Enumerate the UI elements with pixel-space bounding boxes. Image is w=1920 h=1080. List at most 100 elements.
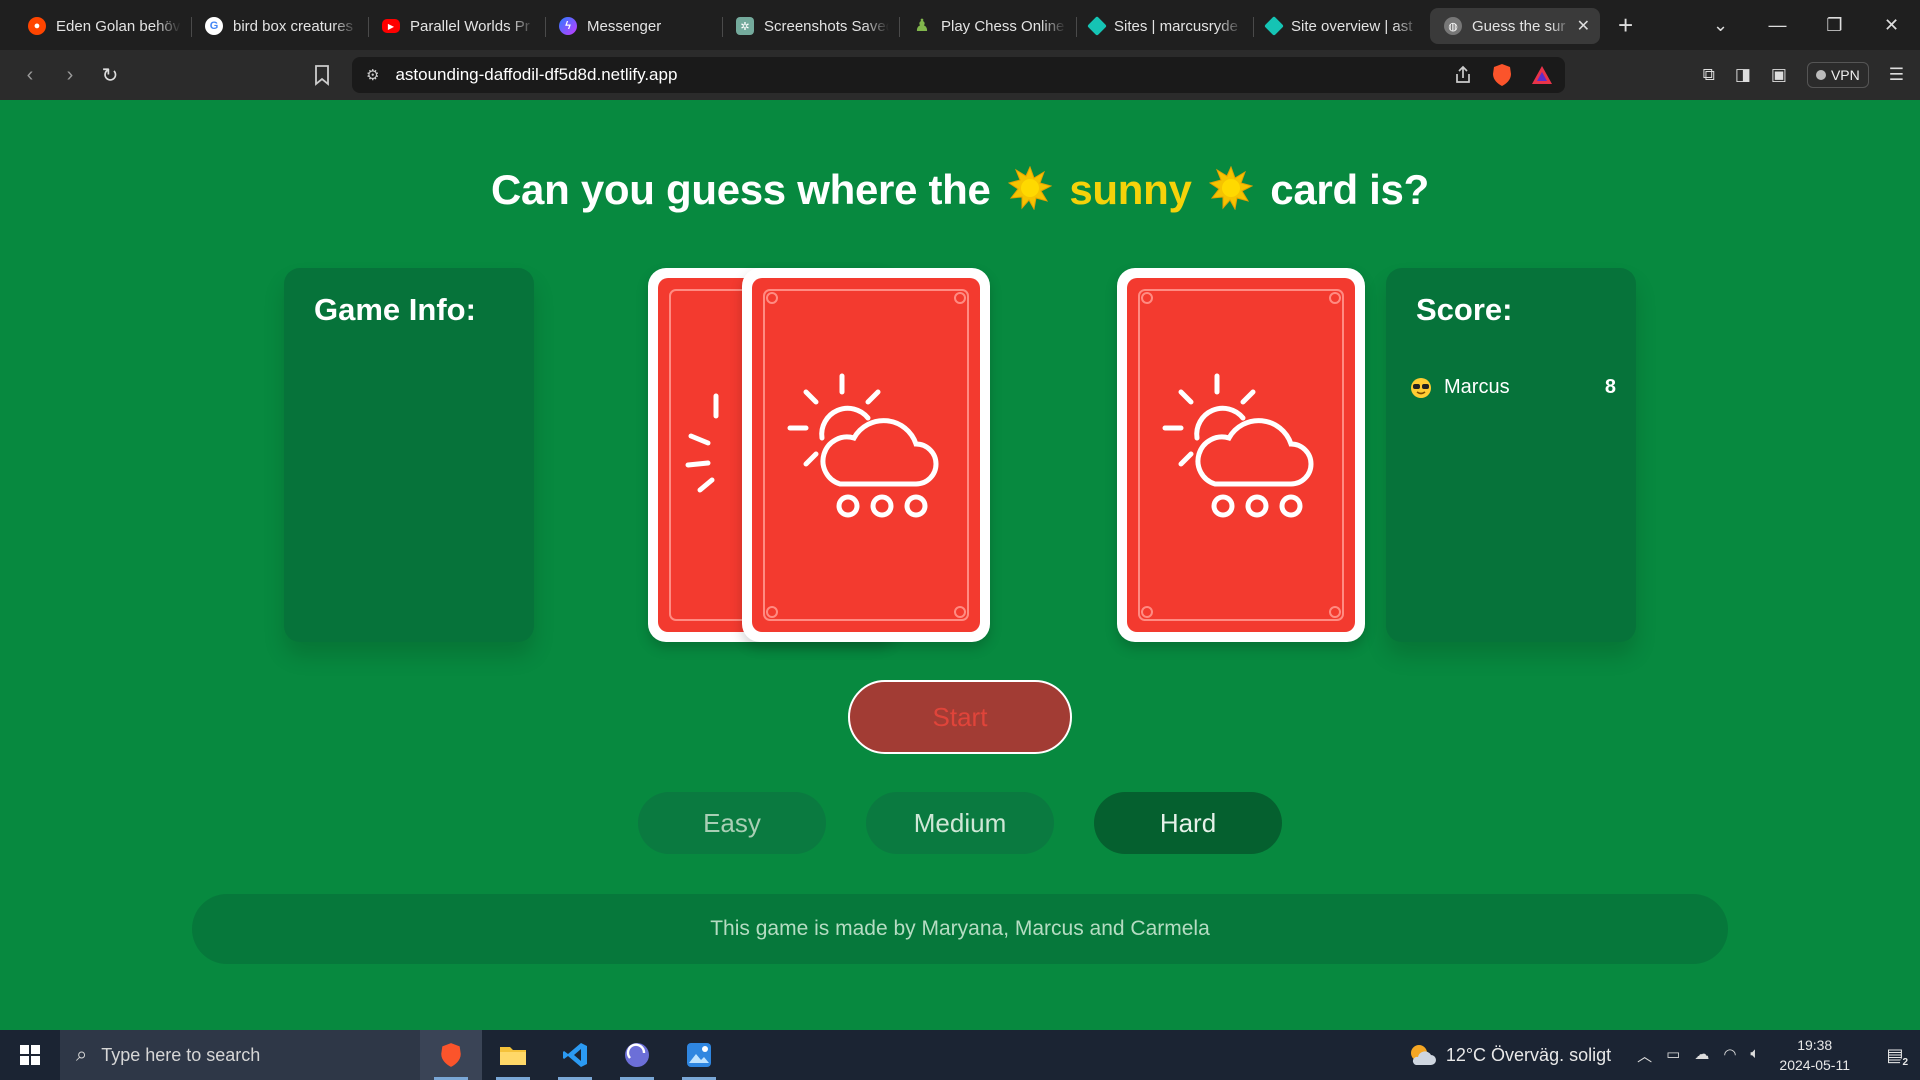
system-tray: 12°C Överväg. soligt ︿ ▭ ☁ ◠ 🔈︎ 19:38 20… [1408,1030,1920,1080]
battery-icon[interactable]: ▭ [1666,1045,1680,1066]
sun-icon [1208,166,1253,210]
site-settings-icon[interactable]: ⚙ [366,66,379,84]
toolbar-extensions: ⧉ ◨ ▣ VPN ☰ [1703,50,1920,100]
restore-button[interactable]: ❐ [1806,15,1863,36]
taskbar-search[interactable]: ⌕ Type here to search [60,1030,420,1080]
taskbar-photos[interactable] [668,1030,730,1080]
volume-icon[interactable]: 🔈︎ [1750,1045,1759,1066]
notification-count: 2 [1900,1056,1910,1068]
windows-logo-icon [20,1045,40,1065]
browser-tab[interactable]: Sites | marcusryde [1076,8,1253,44]
vscode-icon [563,1043,587,1067]
browser-tab-active[interactable]: ◍ Guess the sur ✕ [1430,8,1600,44]
browser-toolbar: ‹ › ↻ ⚙ astounding-daffodil-df5d8d.netli… [0,50,1920,100]
vpn-button[interactable]: VPN [1806,62,1869,88]
reddit-icon: ● [28,17,46,35]
weather-snow-icon [787,373,939,518]
netlify-icon [1264,16,1284,36]
minimize-button[interactable]: — [1749,15,1806,36]
clock-date: 2024-05-11 [1779,1057,1850,1073]
tray-icons: ︿ ▭ ☁ ◠ 🔈︎ [1637,1045,1759,1066]
folder-icon [500,1047,526,1065]
browser-tab[interactable]: Site overview | ast [1253,8,1430,44]
sun-icon [1007,166,1052,210]
menu-icon[interactable]: ☰ [1889,65,1904,85]
headline-pre: Can you guess where the [491,166,991,213]
chess-pawn-icon: ♟ [914,16,930,35]
close-window-button[interactable]: ✕ [1863,15,1920,36]
player-name: Marcus [1444,376,1510,398]
tab-search-icon[interactable]: ⌄ [1692,15,1749,36]
sidebar-icon[interactable]: ◨ [1735,65,1751,85]
address-bar[interactable]: ⚙ astounding-daffodil-df5d8d.netlify.app [352,57,1565,93]
google-icon: G [205,17,223,35]
openai-icon: ✲ [736,17,754,35]
player-score: 8 [1604,376,1616,398]
game-info-title: Game Info: [314,292,476,327]
tab-title: Eden Golan behöv [56,17,181,35]
weather-partly-sunny-icon [1410,1045,1436,1065]
score-row: Marcus 8 [1410,376,1616,399]
weather-snow-icon [1162,373,1314,518]
tab-title: Play Chess Online [941,17,1065,35]
start-menu-button[interactable] [0,1030,60,1080]
brave-icon [441,1043,461,1067]
share-icon[interactable] [1453,65,1473,85]
difficulty-hard-button[interactable]: Hard [1094,792,1282,854]
browser-tab[interactable]: ϟ Messenger [545,8,722,44]
score-panel: Score: Marcus 8 [1386,268,1636,642]
difficulty-medium-button[interactable]: Medium [866,792,1054,854]
weather-widget[interactable]: 12°C Överväg. soligt [1408,1043,1611,1067]
tab-title: Screenshots Saved [764,17,889,35]
reload-button[interactable]: ↻ [90,63,130,88]
brave-shields-icon[interactable] [1491,63,1513,87]
browser-tab[interactable]: ▶ Parallel Worlds Pr [368,8,545,44]
taskbar-brave[interactable] [420,1030,482,1080]
playing-card[interactable] [1117,268,1365,642]
tab-strip: ● Eden Golan behöv G bird box creatures … [0,0,1920,50]
taskbar-vscode[interactable] [544,1030,606,1080]
browser-tab[interactable]: ● Eden Golan behöv [14,8,191,44]
bookmark-icon[interactable] [312,63,332,87]
window-controls: ⌄ — ❐ ✕ [1692,0,1920,50]
browser-tab[interactable]: G bird box creatures [191,8,368,44]
notifications-button[interactable]: ▤ 2 [1870,1045,1920,1068]
new-tab-button[interactable]: + [1618,12,1633,38]
back-button[interactable]: ‹ [10,64,50,87]
vpn-label: VPN [1830,67,1860,83]
forward-button[interactable]: › [50,64,90,87]
difficulty-easy-button[interactable]: Easy [638,792,826,854]
card-back-pattern [1138,289,1344,621]
netlify-icon [1087,16,1107,36]
playing-card[interactable] [742,268,990,642]
photos-icon [687,1043,711,1067]
clock[interactable]: 19:38 2024-05-11 [1779,1035,1850,1075]
clock-time: 19:38 [1797,1037,1833,1053]
search-icon: ⌕ [76,1043,88,1066]
weather-text: 12°C Överväg. soligt [1445,1044,1612,1065]
taskbar-app-swirl[interactable] [606,1030,668,1080]
taskbar-file-explorer[interactable] [482,1030,544,1080]
chevron-up-icon[interactable]: ︿ [1637,1045,1652,1066]
browser-tab[interactable]: ✲ Screenshots Saved [722,8,899,44]
wallet-icon[interactable]: ▣ [1771,65,1787,85]
url-text: astounding-daffodil-df5d8d.netlify.app [395,65,678,84]
globe-icon: ◍ [1444,17,1462,35]
score-title: Score: [1416,292,1513,327]
youtube-icon: ▶ [382,19,400,33]
brave-rewards-icon[interactable] [1531,65,1553,85]
headline-sunny: sunny [1069,166,1192,213]
vpn-status-icon [1815,70,1826,80]
credits-footer: This game is made by Maryana, Marcus and… [192,894,1728,964]
extensions-icon[interactable]: ⧉ [1703,65,1715,85]
tab-title: Sites | marcusryde [1114,17,1238,35]
swirl-app-icon [625,1043,649,1067]
search-placeholder: Type here to search [101,1044,261,1065]
start-button[interactable]: Start [848,680,1072,754]
browser-tab[interactable]: ♟ Play Chess Online [899,8,1076,44]
messenger-icon: ϟ [559,17,577,35]
wifi-icon[interactable]: ◠ [1723,1045,1736,1066]
close-tab-icon[interactable]: ✕ [1577,16,1590,36]
onedrive-icon[interactable]: ☁ [1694,1045,1709,1066]
game-info-panel: Game Info: [284,268,534,642]
